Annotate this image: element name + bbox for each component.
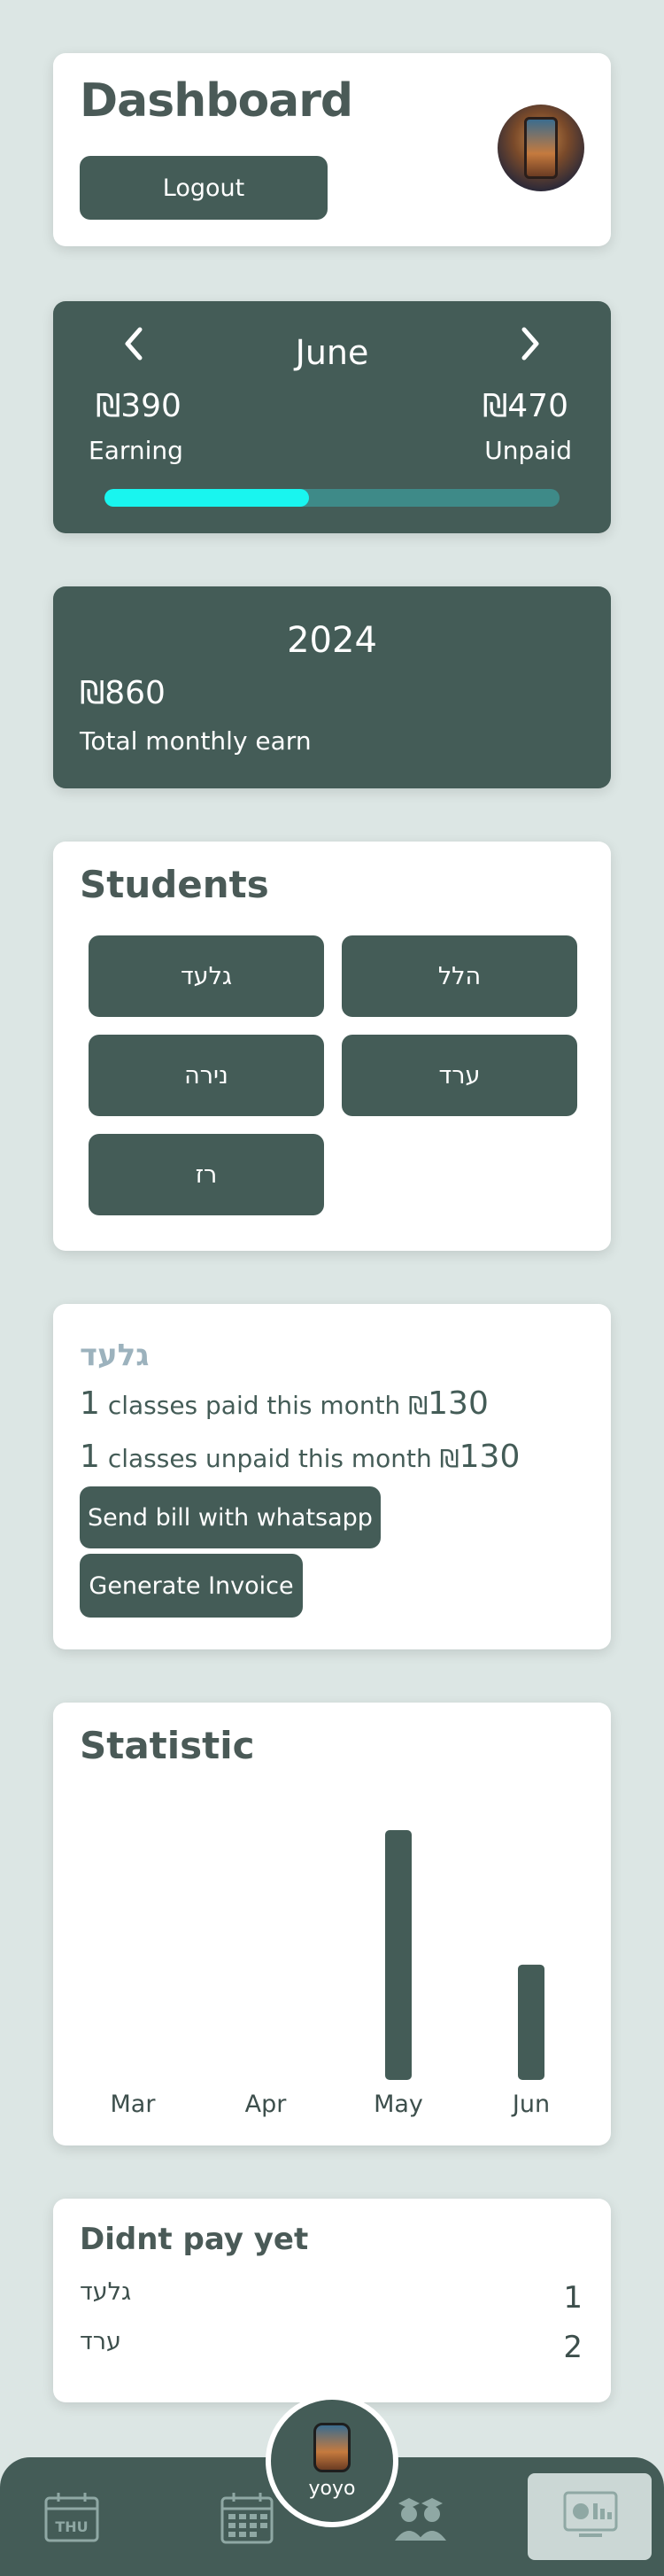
year-summary-card: 2024 ₪860 Total monthly earn [53,586,611,788]
unpaid-value: ₪470 [483,388,568,424]
total-earn-value: ₪860 [80,675,166,711]
students-title: Students [80,863,269,906]
chart-bar-jun [518,1964,544,2080]
paid-amount: 130 [428,1385,489,1422]
generate-invoice-button[interactable]: Generate Invoice [80,1554,303,1618]
chevron-right-icon[interactable] [519,326,542,370]
unpaid-count: 1 [80,1439,100,1475]
chart-bar-may [385,1830,412,2080]
students-card: Students גלעד הלל נירה ערד רז [53,842,611,1251]
year-value: 2024 [287,620,377,661]
user-name: yoyo [308,2478,356,2500]
user-avatar-icon [313,2423,351,2472]
logout-button[interactable]: Logout [80,156,328,220]
earning-progress-bar [104,489,560,507]
earning-label: Earning [89,436,183,465]
didnt-pay-count: 2 [563,2330,583,2365]
statistic-card: Statistic Mar Apr May Jun [53,1703,611,2145]
student-button[interactable]: גלעד [89,935,324,1017]
chart-x-tick-label: Apr [245,2091,288,2118]
statistic-bar-chart: Mar Apr May Jun [111,1830,550,2118]
earning-value: ₪390 [96,388,181,424]
student-button[interactable]: ערד [342,1035,577,1116]
unpaid-label: Unpaid [484,436,572,465]
avatar[interactable] [498,105,584,191]
total-earn-label: Total monthly earn [80,726,312,756]
unpaid-classes-line: 1 classes unpaid this month ₪130 [80,1439,520,1475]
month-summary-card: June ₪390 ₪470 Earning Unpaid [53,301,611,533]
dashboard-icon[interactable] [563,2491,618,2542]
didnt-pay-student-name: גלעד [80,2278,132,2306]
chart-x-tick-label: Mar [111,2091,157,2118]
unpaid-text: classes unpaid this month ₪ [107,1444,459,1473]
selected-student-name: גלעד [80,1338,150,1373]
didnt-pay-title: Didnt pay yet [80,2222,309,2257]
didnt-pay-student-name: ערד [80,2328,121,2355]
calendar-grid-icon[interactable] [220,2491,274,2544]
calendar-day-text: THU [55,2518,88,2535]
student-button[interactable]: נירה [89,1035,324,1116]
send-whatsapp-bill-button[interactable]: Send bill with whatsapp [80,1486,381,1548]
page-title: Dashboard [80,74,353,128]
didnt-pay-card: Didnt pay yet גלעד 1 ערד 2 [53,2199,611,2402]
header-card: Dashboard Logout [53,53,611,246]
student-button[interactable]: הלל [342,935,577,1017]
selected-student-card: גלעד 1 classes paid this month ₪130 1 cl… [53,1304,611,1649]
nav-active-indicator [528,2473,652,2560]
chart-x-tick-label: May [374,2091,423,2118]
paid-classes-line: 1 classes paid this month ₪130 [80,1385,489,1422]
unpaid-amount: 130 [459,1439,521,1475]
students-icon[interactable] [390,2491,452,2544]
student-button[interactable]: רז [89,1134,324,1215]
didnt-pay-count: 1 [563,2280,583,2316]
earning-progress-fill [104,489,310,507]
calendar-day-icon[interactable]: THU [42,2491,99,2544]
paid-count: 1 [80,1385,100,1422]
chart-x-tick-label: Jun [511,2091,550,2118]
profile-nav-button[interactable]: yoyo [266,2394,398,2527]
paid-text: classes paid this month ₪ [107,1391,429,1420]
